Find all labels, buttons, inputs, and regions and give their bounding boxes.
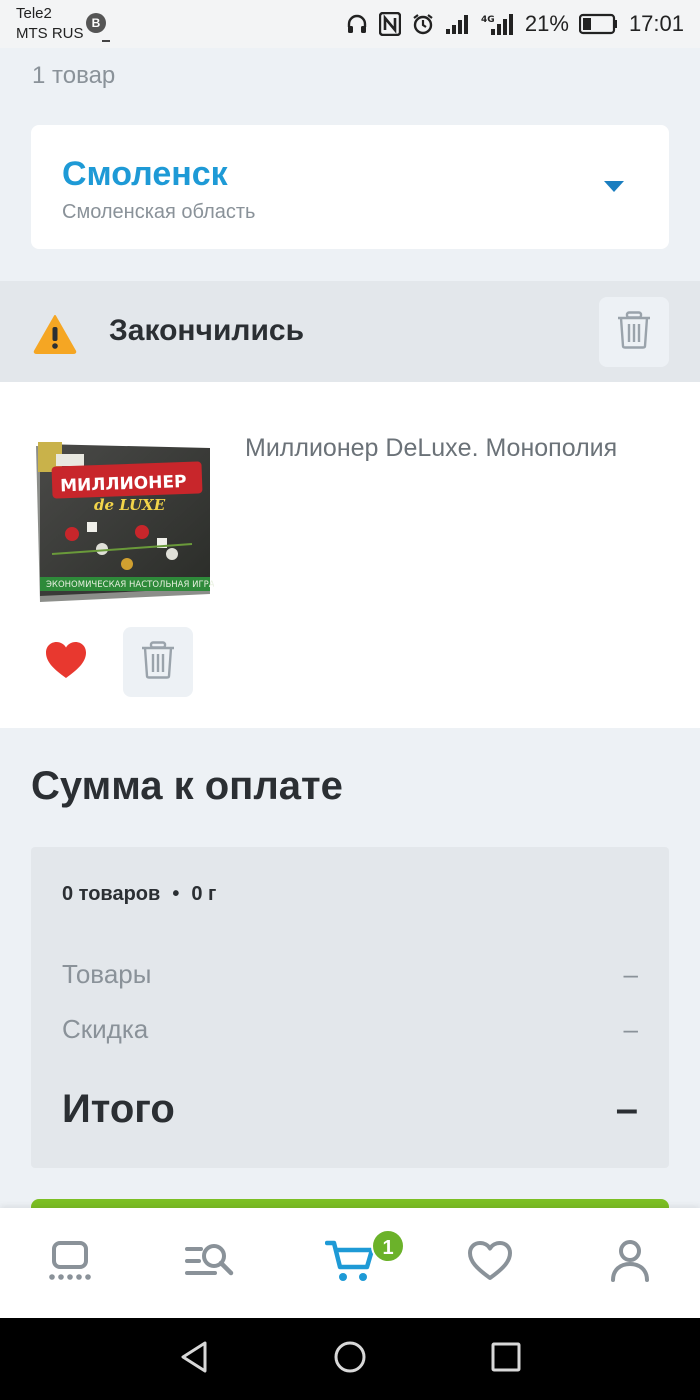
summary-total: Итого – — [62, 1087, 638, 1132]
home-circle-icon — [333, 1340, 367, 1379]
summary-row-value: – — [623, 1014, 638, 1044]
summary-meta: 0 товаров • 0 г — [62, 883, 216, 906]
favorite-heart-icon[interactable] — [44, 640, 88, 685]
summary-row-label: Товары — [62, 959, 152, 989]
carrier-info: Tele2 MTS RUS — [16, 4, 84, 44]
product-title[interactable]: Миллионер DeLuxe. Монополия — [245, 432, 645, 464]
out-of-stock-title: Закончились — [109, 314, 305, 347]
city-name: Смоленск — [62, 155, 228, 193]
system-navigation-bar — [0, 1318, 700, 1400]
trash-icon — [617, 310, 651, 354]
notification-badge: B — [86, 13, 106, 33]
cart-item-count: 1 товар — [32, 62, 116, 89]
battery-percent: 21% — [524, 11, 569, 36]
summary-row-label: Скидка — [62, 1014, 149, 1044]
product-image[interactable]: МИЛЛИОНЕР de LUXE ЭКОНОМИЧЕСКАЯ НАСТОЛЬН… — [32, 434, 215, 604]
nav-profile[interactable] — [560, 1208, 700, 1318]
header-fragment — [102, 40, 110, 42]
carrier-1: Tele2 — [16, 5, 52, 22]
summary-title: Сумма к оплате — [31, 764, 343, 808]
catalog-search-icon — [185, 1241, 235, 1286]
carrier-2: MTS RUS — [16, 25, 84, 42]
cart-icon — [324, 1239, 375, 1288]
signal-2-icon: 4G — [481, 12, 515, 36]
warning-icon — [33, 314, 77, 359]
alarm-icon — [411, 12, 435, 36]
chevron-down-icon — [604, 181, 624, 192]
back-button[interactable] — [154, 1318, 234, 1400]
battery-icon — [578, 13, 619, 35]
summary-row-value: – — [623, 959, 638, 989]
summary-total-label: Итого — [62, 1087, 175, 1131]
summary-weight: 0 г — [191, 883, 217, 905]
recents-button[interactable] — [466, 1318, 546, 1400]
cart-count-badge: 1 — [371, 1229, 405, 1263]
summary-box: 0 товаров • 0 г Товары – Скидка – Итого – — [31, 847, 669, 1168]
delete-all-out-of-stock-button[interactable] — [599, 297, 669, 367]
clock: 17:01 — [628, 11, 684, 36]
city-selector[interactable]: Смоленск Смоленская область — [31, 125, 669, 249]
trash-icon — [141, 640, 175, 684]
summary-total-value: – — [615, 1087, 638, 1131]
heart-icon — [467, 1240, 513, 1287]
signal-1-icon — [445, 13, 471, 35]
home-icon — [46, 1239, 94, 1288]
nfc-icon — [378, 12, 401, 36]
nav-cart[interactable] — [280, 1208, 420, 1318]
back-triangle-icon — [179, 1340, 209, 1379]
out-of-stock-header — [0, 281, 700, 382]
status-icons: 4G 21% 17:01 — [345, 10, 684, 38]
nav-favorites[interactable] — [420, 1208, 560, 1318]
profile-icon — [610, 1239, 650, 1288]
bullet-separator: • — [172, 883, 180, 905]
product-image-text-sub: de LUXE — [94, 496, 166, 514]
summary-row-goods: Товары – — [62, 959, 638, 990]
summary-goods-count: 0 товаров — [62, 883, 161, 905]
headphones-icon — [345, 12, 369, 36]
recents-square-icon — [491, 1342, 521, 1377]
nav-catalog[interactable] — [140, 1208, 280, 1318]
nav-home[interactable] — [0, 1208, 140, 1318]
bottom-nav — [0, 1208, 700, 1318]
summary-row-discount: Скидка – — [62, 1014, 638, 1045]
city-region: Смоленская область — [62, 201, 256, 223]
remove-product-button[interactable] — [123, 627, 193, 697]
product-image-text-bottom: ЭКОНОМИЧЕСКАЯ НАСТОЛЬНАЯ ИГРА — [46, 580, 214, 590]
svg-text:4G: 4G — [481, 15, 495, 25]
home-button[interactable] — [310, 1318, 390, 1400]
